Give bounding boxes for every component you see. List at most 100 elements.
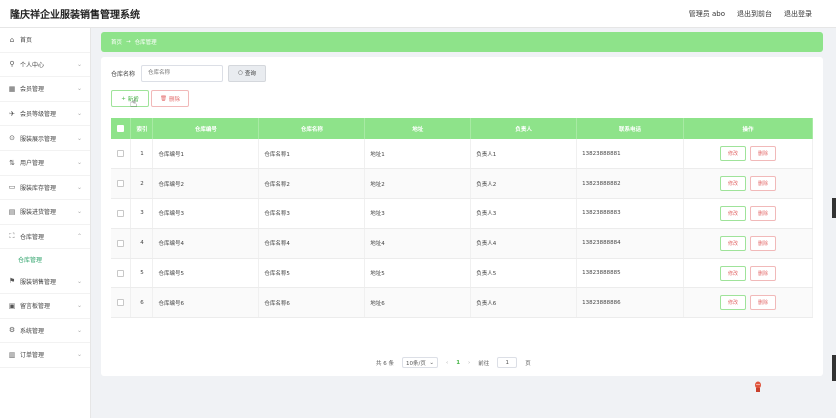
header-actions: 操作: [683, 118, 813, 139]
row-actions: 修改 删除: [683, 258, 813, 289]
table-row: 5 仓库编号5 仓库名称5 地址5 负责人5 13823888885 修改 删除: [111, 258, 813, 289]
header-select-all[interactable]: [111, 118, 132, 139]
page-number-current[interactable]: 1: [456, 360, 460, 366]
sidebar-item[interactable]: ▭ 服装库存管理 ⌄: [0, 176, 90, 201]
row-actions: 修改 删除: [683, 287, 813, 319]
sidebar-item[interactable]: ▤ 服装进货管理 ⌄: [0, 200, 90, 225]
edit-button[interactable]: 修改: [720, 265, 747, 281]
cell-name: 仓库名称3: [258, 198, 366, 229]
top-bar: 隆庆祥企业服装销售管理系统 管理员 abo 退出到前台 退出登录: [0, 0, 836, 28]
delete-button[interactable]: 删除: [750, 146, 777, 162]
row-checkbox[interactable]: [117, 239, 125, 247]
chevron-icon: ⌄: [76, 134, 82, 142]
select-all-checkbox[interactable]: [117, 125, 125, 132]
page-size-select[interactable]: 10条/页 ⌄: [402, 357, 438, 368]
cell-index: 2: [130, 168, 154, 200]
page-size-value: 10条/页: [406, 360, 426, 367]
delete-button[interactable]: 删除: [750, 235, 777, 251]
row-checkbox[interactable]: [117, 180, 125, 188]
cell-address: 地址4: [364, 228, 472, 259]
row-checkbox[interactable]: [117, 150, 125, 158]
prev-page-button[interactable]: ‹: [446, 360, 448, 366]
breadcrumb-home[interactable]: 首页: [111, 38, 122, 46]
cell-phone: 13823888882: [576, 168, 685, 200]
delete-button[interactable]: 删除: [750, 205, 777, 221]
chevron-icon: ⌄: [76, 85, 82, 93]
admin-label: 管理员 abo: [688, 9, 725, 18]
goto-page-input[interactable]: 1: [497, 357, 518, 368]
row-checkbox[interactable]: [117, 209, 125, 217]
next-page-button[interactable]: ›: [468, 360, 470, 366]
delete-button[interactable]: 删除: [750, 176, 777, 192]
edit-button[interactable]: 修改: [720, 176, 747, 192]
header-address[interactable]: 地址: [364, 118, 472, 139]
warehouse-icon: ⛶: [9, 232, 15, 241]
sidebar-sub-item-warehouse[interactable]: 仓库管理: [0, 249, 90, 270]
cell-index: 4: [130, 228, 154, 259]
search-input[interactable]: [141, 64, 224, 82]
header-phone[interactable]: 联系电话: [576, 118, 685, 139]
edit-button[interactable]: 修改: [720, 295, 747, 311]
sidebar-item[interactable]: ⚙ 系统管理 ⌄: [0, 319, 90, 344]
goto-label: 前往: [478, 360, 490, 367]
chevron-icon: ⌄: [76, 277, 82, 285]
delete-button[interactable]: 删除: [750, 265, 777, 281]
row-select-cell[interactable]: [111, 258, 132, 289]
delete-button[interactable]: 删除: [750, 295, 777, 311]
edit-button[interactable]: 修改: [720, 205, 747, 221]
sidebar-item[interactable]: ⌂ 首页: [0, 28, 90, 53]
chevron-icon: ⌃: [76, 233, 82, 241]
cell-name: 仓库名称2: [258, 168, 366, 200]
sidebar-item[interactable]: ▦ 会员管理 ⌄: [0, 77, 90, 102]
row-select-cell[interactable]: [111, 287, 132, 319]
sidebar-item-label: 留言板管理: [20, 303, 51, 311]
search-icon: ○: [238, 70, 243, 76]
row-select-cell[interactable]: [111, 168, 132, 200]
front-link[interactable]: 退出到前台: [737, 9, 772, 19]
row-select-cell[interactable]: [111, 139, 132, 170]
sales-icon: ⚑: [8, 277, 16, 286]
header-name[interactable]: 仓库名称: [258, 118, 366, 139]
search-button[interactable]: ○ 查询: [228, 64, 267, 82]
edit-button[interactable]: 修改: [720, 235, 747, 251]
sidebar-item[interactable]: ✈ 会员等级管理 ⌄: [0, 102, 90, 127]
sidebar-item[interactable]: ⊙ 服装展示管理 ⌄: [0, 126, 90, 151]
cell-manager: 负责人3: [470, 198, 578, 229]
chevron-icon: ⌄: [76, 183, 82, 191]
sidebar-item-label: 订单管理: [20, 352, 45, 360]
row-checkbox[interactable]: [117, 299, 125, 307]
action-bar: + 新增 🗑 删除: [111, 90, 189, 107]
row-actions: 修改 删除: [683, 139, 813, 170]
sidebar-item-label: 服装销售管理: [20, 278, 57, 286]
chevron-icon: ⌄: [76, 208, 82, 216]
header-manager[interactable]: 负责人: [470, 118, 578, 139]
sidebar-item-label: 会员管理: [20, 86, 45, 94]
trash-icon: 🗑: [160, 95, 167, 102]
sidebar-item[interactable]: ⇅ 用户管理 ⌄: [0, 151, 90, 176]
cell-phone: 13823888883: [576, 198, 685, 229]
cell-manager: 负责人4: [470, 228, 578, 259]
sidebar-item[interactable]: ▥ 订单管理 ⌄: [0, 343, 90, 368]
sidebar-item[interactable]: ⚑ 服装销售管理 ⌄: [0, 269, 90, 294]
row-select-cell[interactable]: [111, 198, 132, 229]
cell-manager: 负责人5: [470, 258, 578, 289]
logout-link[interactable]: 退出登录: [784, 9, 812, 19]
sidebar-item[interactable]: ⚲ 个人中心 ⌄: [0, 53, 90, 78]
sidebar-item[interactable]: ▣ 留言板管理 ⌄: [0, 294, 90, 319]
cell-code: 仓库编号4: [152, 228, 260, 259]
batch-delete-button[interactable]: 🗑 删除: [151, 90, 189, 107]
sidebar-item-label: 服装展示管理: [20, 135, 57, 143]
sidebar-item-label: 服装进货管理: [20, 209, 57, 217]
row-checkbox[interactable]: [117, 269, 125, 277]
sidebar-item[interactable]: ⛶ 仓库管理 ⌃: [0, 225, 90, 250]
stock-icon: ▭: [8, 183, 16, 192]
cell-address: 地址5: [364, 258, 472, 289]
header-code[interactable]: 仓库编号: [152, 118, 260, 139]
breadcrumb-separator: →: [126, 39, 131, 45]
hand-cursor-icon: ☝: [130, 96, 138, 110]
edit-button[interactable]: 修改: [720, 146, 747, 162]
row-select-cell[interactable]: [111, 228, 132, 259]
cell-phone: 13823888881: [576, 139, 685, 170]
search-label: 仓库名称: [111, 70, 136, 78]
chevron-icon: ⌄: [76, 110, 82, 118]
